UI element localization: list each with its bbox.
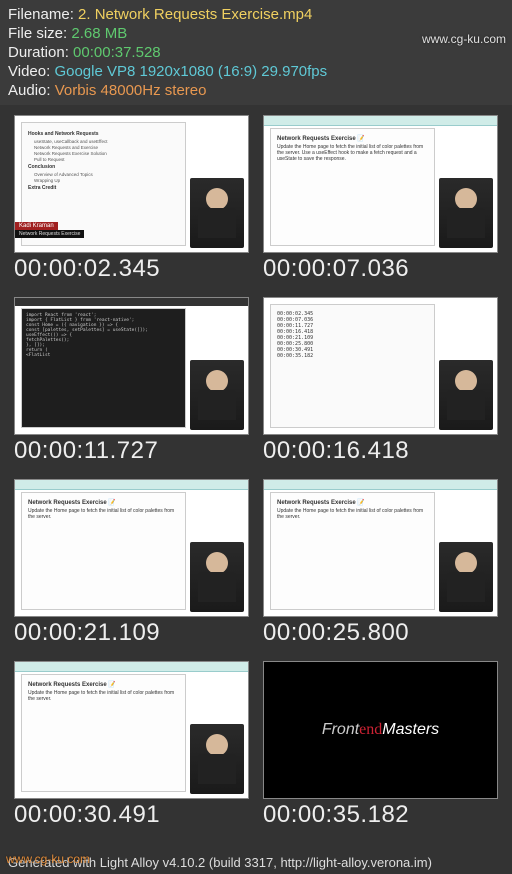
thumbnail-image[interactable]: Network Requests Exercise 📝 Update the H… (263, 479, 498, 617)
ts-line: 00:00:35.182 (277, 353, 428, 359)
thumbnail-image[interactable]: Network Requests Exercise 📝 Update the H… (263, 115, 498, 253)
thumbnail-image[interactable]: import React from 'react'; import { Flat… (14, 297, 249, 435)
thumbnail-cell: Network Requests Exercise 📝 Update the H… (263, 115, 498, 283)
video-label: Video: (8, 63, 54, 80)
thumbnail-image[interactable]: Network Requests Exercise 📝 Update the H… (14, 479, 249, 617)
logo-part-masters: Masters (382, 721, 439, 738)
doc-title: Network Requests Exercise 📝 (277, 499, 428, 506)
thumbnail-image[interactable]: Network Requests Exercise 📝 Update the H… (14, 661, 249, 799)
thumbnail-cell: 00:00:02.345 00:00:07.036 00:00:11.727 0… (263, 297, 498, 465)
timestamp-label: 00:00:11.727 (14, 437, 249, 465)
doc-body: Update the Home page to fetch the initia… (277, 508, 428, 520)
outline-item: Network Requests and Exercise (34, 145, 179, 150)
code-line: <FlatList (26, 353, 181, 358)
speaker-figure (439, 542, 493, 612)
speaker-topic: Network Requests Exercise (15, 230, 84, 238)
thumbnail-image[interactable]: 00:00:02.345 00:00:07.036 00:00:11.727 0… (263, 297, 498, 435)
video-value: Google VP8 1920x1080 (16:9) 29.970fps (54, 63, 327, 80)
outline-heading: Extra Credit (28, 185, 179, 191)
doc-title: Network Requests Exercise 📝 (277, 135, 428, 142)
speaker-figure (190, 178, 244, 248)
thumbnail-grid: Hooks and Network Requests useState, use… (0, 105, 512, 839)
thumbnail-cell: Network Requests Exercise 📝 Update the H… (14, 661, 249, 829)
slide-doc: Network Requests Exercise 📝 Update the H… (270, 492, 435, 610)
browser-bar (264, 480, 497, 490)
speaker-figure (190, 542, 244, 612)
logo-part-front: Front (322, 721, 359, 738)
outline-item: useState, useCallback and useEffect (34, 139, 179, 144)
browser-bar (264, 116, 497, 126)
speaker-figure (190, 360, 244, 430)
duration-value: 00:00:37.528 (73, 44, 161, 61)
outline-item: Network Requests Exercise Solution (34, 151, 179, 156)
filename-value: 2. Network Requests Exercise.mp4 (78, 6, 312, 23)
browser-bar (15, 480, 248, 490)
filesize-value: 2.68 MB (71, 25, 127, 42)
doc-title: Network Requests Exercise 📝 (28, 681, 179, 688)
outline-item: Overview of Advanced Topics (34, 172, 179, 177)
timestamp-label: 00:00:16.418 (263, 437, 498, 465)
audio-value: Vorbis 48000Hz stereo (55, 82, 207, 99)
duration-label: Duration: (8, 44, 73, 61)
doc-body: Update the Home page to fetch the initia… (28, 508, 179, 520)
timestamp-label: 00:00:25.800 (263, 619, 498, 647)
thumbnail-cell: Hooks and Network Requests useState, use… (14, 115, 249, 283)
logo-part-end: end (359, 721, 382, 738)
speaker-figure (439, 178, 493, 248)
outline-item: Wrapping Up (34, 178, 179, 183)
slide-timestamps: 00:00:02.345 00:00:07.036 00:00:11.727 0… (270, 304, 435, 428)
thumbnail-cell: Network Requests Exercise 📝 Update the H… (263, 479, 498, 647)
frontend-masters-logo: FrontendMasters (322, 721, 439, 739)
browser-bar (15, 662, 248, 672)
file-info-header: Filename: 2. Network Requests Exercise.m… (0, 0, 512, 105)
timestamp-label: 00:00:21.109 (14, 619, 249, 647)
thumbnail-image[interactable]: Hooks and Network Requests useState, use… (14, 115, 249, 253)
thumbnail-image[interactable]: FrontendMasters (263, 661, 498, 799)
slide-doc: Network Requests Exercise 📝 Update the H… (21, 492, 186, 610)
timestamp-label: 00:00:02.345 (14, 255, 249, 283)
outline-heading: Conclusion (28, 164, 179, 170)
outline-item: Pull to Request (34, 157, 179, 162)
watermark-bottom-left: www.cg-ku.com (6, 852, 90, 866)
slide-doc: Network Requests Exercise 📝 Update the H… (21, 674, 186, 792)
doc-body: Update the Home page to fetch the initia… (277, 144, 428, 162)
thumbnail-cell: FrontendMasters 00:00:35.182 (263, 661, 498, 829)
doc-body: Update the Home page to fetch the initia… (28, 690, 179, 702)
outline-heading: Hooks and Network Requests (28, 131, 179, 137)
timestamp-label: 00:00:07.036 (263, 255, 498, 283)
filesize-label: File size: (8, 25, 71, 42)
watermark-top-right: www.cg-ku.com (422, 32, 506, 46)
speaker-figure (190, 724, 244, 794)
slide-code: import React from 'react'; import { Flat… (21, 308, 186, 428)
speaker-figure (439, 360, 493, 430)
timestamp-label: 00:00:35.182 (263, 801, 498, 829)
slide-doc: Network Requests Exercise 📝 Update the H… (270, 128, 435, 246)
doc-title: Network Requests Exercise 📝 (28, 499, 179, 506)
audio-label: Audio: (8, 82, 55, 99)
thumbnail-cell: import React from 'react'; import { Flat… (14, 297, 249, 465)
thumbnail-cell: Network Requests Exercise 📝 Update the H… (14, 479, 249, 647)
timestamp-label: 00:00:30.491 (14, 801, 249, 829)
speaker-name: Kadi Kraman (15, 222, 58, 230)
filename-label: Filename: (8, 6, 78, 23)
